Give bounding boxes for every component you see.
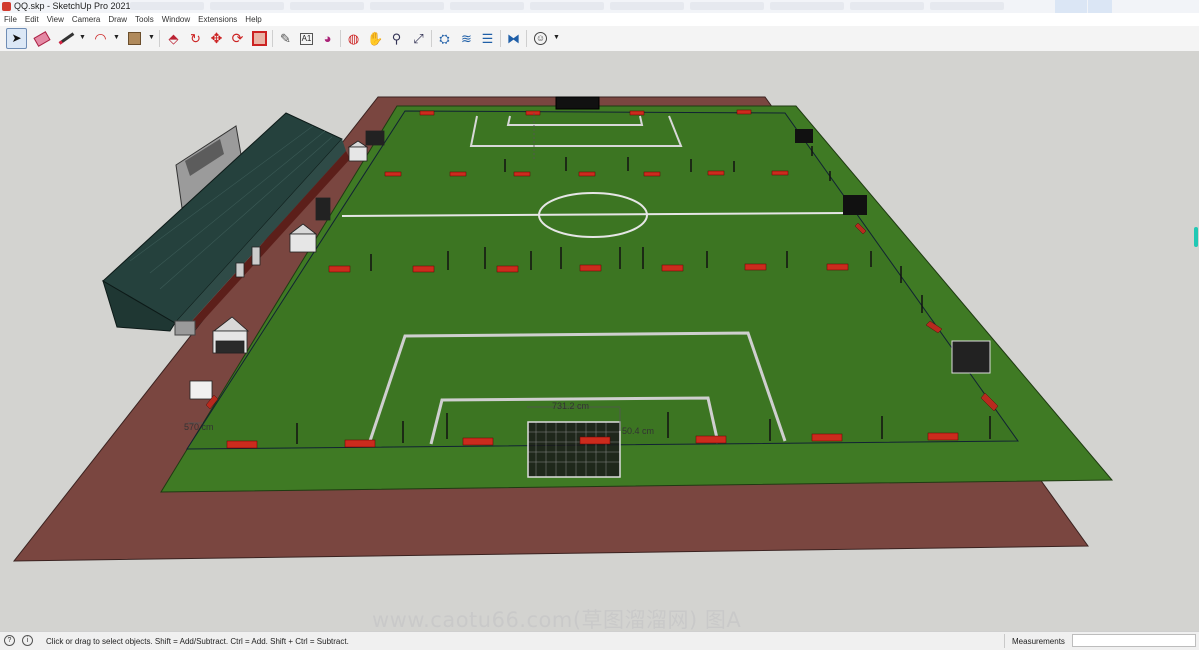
- line-tool[interactable]: [56, 28, 77, 49]
- menu-view[interactable]: View: [43, 13, 68, 26]
- layout-icon: ☰: [481, 31, 494, 46]
- warehouse-icon: ⛭: [439, 31, 450, 46]
- background-tabs: [130, 2, 1050, 10]
- rotate-icon: ⟳: [231, 30, 244, 46]
- extension-warehouse-button[interactable]: ≋: [456, 28, 477, 49]
- status-divider: [1004, 634, 1005, 648]
- eraser-tool[interactable]: [31, 28, 52, 49]
- watermark-text: www.caotu66.com(草图溜溜网) 图A: [372, 608, 742, 631]
- move-icon: ✥: [210, 30, 223, 46]
- line-tool-dropdown-icon[interactable]: ▼: [79, 34, 86, 41]
- info-icon[interactable]: i: [22, 635, 33, 646]
- move-tool[interactable]: ✥: [206, 28, 227, 49]
- pan-icon: ✋: [367, 31, 384, 46]
- model-scene[interactable]: 731.2 cm 50.4 cm 570 cm: [0, 51, 1199, 631]
- arc-icon: ◠: [94, 30, 107, 46]
- extension-manager-icon: ⧓: [507, 31, 520, 46]
- text-icon: A1: [299, 32, 314, 45]
- account-dropdown-icon[interactable]: ▼: [553, 34, 560, 41]
- tape-measure-icon: ✎: [280, 31, 291, 46]
- near-goal: [527, 421, 621, 478]
- scale-tool[interactable]: [249, 28, 270, 49]
- menu-camera[interactable]: Camera: [68, 13, 104, 26]
- pan-tool[interactable]: ✋: [365, 28, 386, 49]
- measurements-label: Measurements: [1012, 637, 1065, 646]
- paint-bucket-icon: ◕: [323, 31, 332, 46]
- rectangle-tool-dropdown-icon[interactable]: ▼: [148, 34, 155, 41]
- menu-file[interactable]: File: [0, 13, 21, 26]
- eraser-icon: [32, 30, 51, 47]
- dimension-label-side: 570 cm: [184, 422, 214, 432]
- zoom-extents-tool[interactable]: ⤢: [408, 28, 429, 49]
- zoom-icon: ⚲: [391, 31, 402, 46]
- push-pull-tool[interactable]: ⬘: [163, 28, 184, 49]
- zoom-extents-icon: ⤢: [413, 31, 424, 46]
- measurements-input[interactable]: [1072, 634, 1196, 647]
- status-message: Click or drag to select objects. Shift =…: [46, 637, 349, 646]
- help-button[interactable]: [1088, 0, 1112, 13]
- account-button[interactable]: ☺: [530, 28, 551, 49]
- offset-icon: ↻: [190, 31, 201, 46]
- far-goal: [555, 96, 600, 110]
- pencil-icon: [58, 32, 75, 45]
- scale-icon: [252, 31, 267, 46]
- geo-location-icon[interactable]: ?: [4, 635, 15, 646]
- arrow-cursor-icon: ➤: [11, 31, 22, 45]
- drawing-area[interactable]: 731.2 cm 50.4 cm 570 cm www.caotu66.com(…: [0, 51, 1199, 631]
- side-goal-2: [843, 195, 867, 215]
- window-title: QQ.skp - SketchUp Pro 2021: [14, 1, 131, 11]
- dimension-label-width: 731.2 cm: [552, 401, 589, 411]
- scroll-indicator: [1194, 227, 1198, 247]
- side-goal-3: [951, 340, 991, 374]
- rectangle-tool[interactable]: [124, 28, 145, 49]
- text-tool[interactable]: A1: [296, 28, 317, 49]
- dimension-label-height: 50.4 cm: [622, 426, 654, 436]
- extension-manager-button[interactable]: ⧓: [503, 28, 524, 49]
- tape-measure-tool[interactable]: ✎: [275, 28, 296, 49]
- select-tool[interactable]: ➤: [6, 28, 27, 49]
- large-tool-set-toolbar: ➤ ▼ ◠ ▼ ▼ ⬘ ↻ ✥ ⟳ ✎ A1 ◕ ◍ ✋ ⚲ ⤢ ⛭ ≋ ☰ ⧓…: [0, 26, 1199, 52]
- 3d-warehouse-button[interactable]: ⛭: [434, 28, 455, 49]
- menu-draw[interactable]: Draw: [104, 13, 131, 26]
- zoom-tool[interactable]: ⚲: [386, 28, 407, 49]
- menu-help[interactable]: Help: [241, 13, 265, 26]
- rotate-tool[interactable]: ⟳: [227, 28, 248, 49]
- menu-tools[interactable]: Tools: [131, 13, 158, 26]
- orbit-tool[interactable]: ◍: [343, 28, 364, 49]
- menu-window[interactable]: Window: [158, 13, 194, 26]
- paint-bucket-tool[interactable]: ◕: [317, 28, 338, 49]
- minimize-button[interactable]: [1055, 0, 1087, 13]
- offset-tool[interactable]: ↻: [185, 28, 206, 49]
- user-icon: ☺: [534, 32, 547, 45]
- arc-tool-dropdown-icon[interactable]: ▼: [113, 34, 120, 41]
- arc-tool[interactable]: ◠: [90, 28, 111, 49]
- status-bar: ? i Click or drag to select objects. Shi…: [0, 631, 1199, 650]
- menu-bar: File Edit View Camera Draw Tools Window …: [0, 13, 1199, 26]
- side-goal-1: [795, 129, 813, 143]
- rectangle-icon: [128, 32, 141, 45]
- menu-edit[interactable]: Edit: [21, 13, 43, 26]
- orbit-icon: ◍: [347, 31, 360, 46]
- title-bar: QQ.skp - SketchUp Pro 2021: [0, 0, 1199, 14]
- push-pull-icon: ⬘: [168, 31, 179, 46]
- sketchup-logo-icon: [2, 2, 11, 11]
- layout-button[interactable]: ☰: [477, 28, 498, 49]
- menu-extensions[interactable]: Extensions: [194, 13, 241, 26]
- extension-warehouse-icon: ≋: [461, 31, 472, 46]
